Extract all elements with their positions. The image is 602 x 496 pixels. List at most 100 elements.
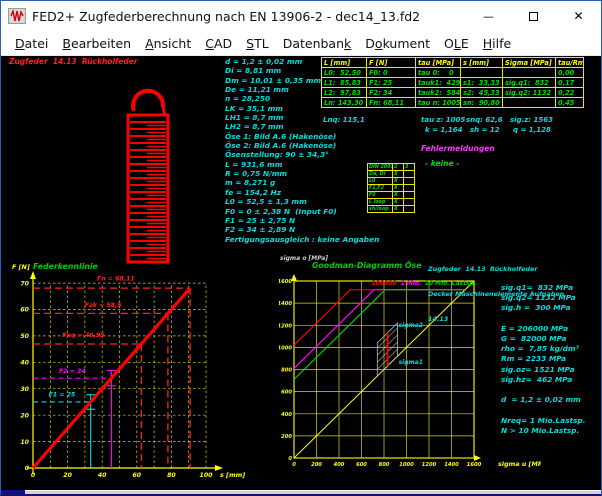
results-cell: tau 0: 0 bbox=[416, 68, 461, 78]
svg-text:F [N]: F [N] bbox=[12, 263, 30, 271]
results-row: L2: 97,83F2: 34tauk2: 584s2: 45,33sig.q2… bbox=[322, 88, 584, 98]
menu-item-datenbank[interactable]: Datenbank bbox=[276, 36, 359, 51]
results-cell bbox=[503, 98, 556, 108]
din-row: F1,F2X bbox=[368, 185, 415, 192]
din-row: sh/loopX bbox=[368, 206, 415, 213]
results-cell: F2: 34 bbox=[367, 88, 416, 98]
svg-text:40: 40 bbox=[20, 360, 29, 367]
results-cell: tauk1: 429 bbox=[416, 78, 461, 88]
svg-text:sigma u [MPa]: sigma u [MPa] bbox=[498, 460, 541, 468]
svg-text:80: 80 bbox=[167, 472, 176, 479]
results-cell: s1: 33,33 bbox=[461, 78, 503, 88]
results-header: F [N] bbox=[367, 58, 416, 68]
svg-text:60: 60 bbox=[20, 307, 29, 314]
goodman-info-line: sig.h = 300 MPa bbox=[501, 303, 586, 313]
svg-text:600: 600 bbox=[281, 390, 292, 396]
din-cell: X bbox=[393, 178, 404, 185]
results-header: tau/Rm bbox=[556, 58, 584, 68]
svg-text:Goodman-Diagramm Öse: Goodman-Diagramm Öse bbox=[312, 261, 421, 270]
results-cell: sn: 90,80 bbox=[461, 98, 503, 108]
svg-text:20: 20 bbox=[63, 472, 72, 479]
param-line: Öse 1: Bild A.6 (Hakenöse) bbox=[225, 132, 379, 141]
goodman-info-line: sig.q2= 1132 MPa bbox=[501, 293, 586, 303]
menu-item-bearbeiten[interactable]: Bearbeiten bbox=[55, 36, 138, 51]
svg-text:F2 = 34: F2 = 34 bbox=[59, 368, 86, 375]
menu-item-datei[interactable]: Datei bbox=[8, 36, 55, 51]
svg-text:1600: 1600 bbox=[279, 279, 292, 285]
svg-text:100000: 100000 bbox=[371, 280, 396, 287]
goodman-info-line: d = 1,2 ± 0,02 mm bbox=[501, 395, 586, 405]
results-cell: Fn: 68,11 bbox=[367, 98, 416, 108]
svg-text:1000: 1000 bbox=[279, 345, 292, 351]
svg-text:0: 0 bbox=[25, 465, 30, 472]
app-icon bbox=[8, 8, 26, 24]
results-cell: sig.q1: 832 bbox=[503, 78, 556, 88]
result-tauz: tau z: 1005 bbox=[421, 116, 465, 124]
result-q: q = 1,128 bbox=[513, 126, 551, 134]
goodman-annotation-line1: Zugfeder 14.13 Rückholfeder bbox=[428, 265, 564, 273]
result-sh: sh = 12 bbox=[470, 126, 500, 134]
din-cell bbox=[404, 206, 415, 213]
svg-text:1200: 1200 bbox=[422, 462, 437, 468]
menu-item-dokument[interactable]: Dokument bbox=[358, 36, 437, 51]
svg-text:40: 40 bbox=[98, 472, 107, 479]
din-cell bbox=[404, 185, 415, 192]
svg-text:60: 60 bbox=[132, 472, 141, 479]
din-cell: sh/loop bbox=[368, 206, 393, 213]
svg-text:10: 10 bbox=[20, 439, 29, 446]
results-cell: tauk2: 584 bbox=[416, 88, 461, 98]
title-bar: FED2+ Zugfederberechnung nach EN 13906-2… bbox=[1, 1, 601, 31]
results-cell: L1: 85,83 bbox=[322, 78, 367, 88]
din-row: Da, DiX bbox=[368, 171, 415, 178]
svg-text:0: 0 bbox=[292, 462, 296, 468]
svg-text:F1 = 25: F1 = 25 bbox=[49, 392, 76, 399]
svg-text:1400: 1400 bbox=[444, 462, 459, 468]
result-sigz: sig.z: 1563 bbox=[510, 116, 553, 124]
din-row: F0X bbox=[368, 192, 415, 199]
din-row: L0X bbox=[368, 178, 415, 185]
goodman-info-line bbox=[501, 385, 586, 395]
svg-text:600: 600 bbox=[356, 462, 367, 468]
horizontal-scrollbar[interactable] bbox=[25, 490, 601, 495]
goodman-info-line bbox=[501, 314, 586, 324]
results-cell: s2: 45,33 bbox=[461, 88, 503, 98]
result-k: k = 1,164 bbox=[425, 126, 463, 134]
svg-text:Fnq = 46,95: Fnq = 46,95 bbox=[62, 332, 104, 339]
goodman-info-line: E = 206000 MPa bbox=[501, 324, 586, 334]
results-cell: F0: 0 bbox=[367, 68, 416, 78]
svg-text:sigma2: sigma2 bbox=[399, 322, 423, 329]
results-cell: sig.q2: 1132 bbox=[503, 88, 556, 98]
svg-text:s [mm]: s [mm] bbox=[220, 471, 245, 479]
param-line: R = 0,75 N/mm bbox=[225, 169, 379, 178]
svg-text:0: 0 bbox=[288, 456, 292, 462]
goodman-info-line bbox=[501, 405, 586, 415]
results-row: Ln: 143,30Fn: 68,11tau n: 1005sn: 90,800… bbox=[322, 98, 584, 108]
menu-item-ole[interactable]: OLE bbox=[437, 36, 476, 51]
menu-item-stl[interactable]: STL bbox=[239, 36, 276, 51]
svg-text:0: 0 bbox=[31, 472, 36, 479]
svg-text:1200: 1200 bbox=[279, 323, 292, 329]
param-line: fe = 154,2 Hz bbox=[225, 188, 379, 197]
result-snq: snq: 62,6 bbox=[466, 116, 503, 124]
results-cell bbox=[503, 68, 556, 78]
results-cell: Ln: 143,30 bbox=[322, 98, 367, 108]
client-area: Zugfeder 14.13 Rückholfeder d = 1,2 ± 0,… bbox=[1, 56, 601, 495]
svg-text:200: 200 bbox=[281, 434, 292, 440]
svg-text:30: 30 bbox=[20, 386, 29, 393]
maximize-button[interactable] bbox=[511, 2, 556, 31]
close-button[interactable]: ✕ bbox=[556, 2, 601, 31]
svg-text:sigma1: sigma1 bbox=[399, 359, 423, 366]
param-line: Fertigungsausgleich : keine Angaben bbox=[225, 235, 379, 244]
goodman-info-line: Rm = 2233 MPa bbox=[501, 354, 586, 364]
menu-item-hilfe[interactable]: Hilfe bbox=[476, 36, 518, 51]
menu-item-cad[interactable]: CAD bbox=[198, 36, 239, 51]
goodman-info-line: sig.q1= 832 MPa bbox=[501, 283, 586, 293]
chart-federkennlinie: 020406080100010203040506070F [N]Federken… bbox=[9, 252, 309, 492]
din-cell: X bbox=[393, 171, 404, 178]
minimize-button[interactable]: — bbox=[466, 2, 511, 31]
din-cell bbox=[404, 178, 415, 185]
din-header: 2 bbox=[393, 164, 404, 171]
results-cell: 0,00 bbox=[556, 68, 584, 78]
menu-item-ansicht[interactable]: Ansicht bbox=[138, 36, 198, 51]
param-line: F2 = 34 ± 2,89 N bbox=[225, 225, 379, 234]
